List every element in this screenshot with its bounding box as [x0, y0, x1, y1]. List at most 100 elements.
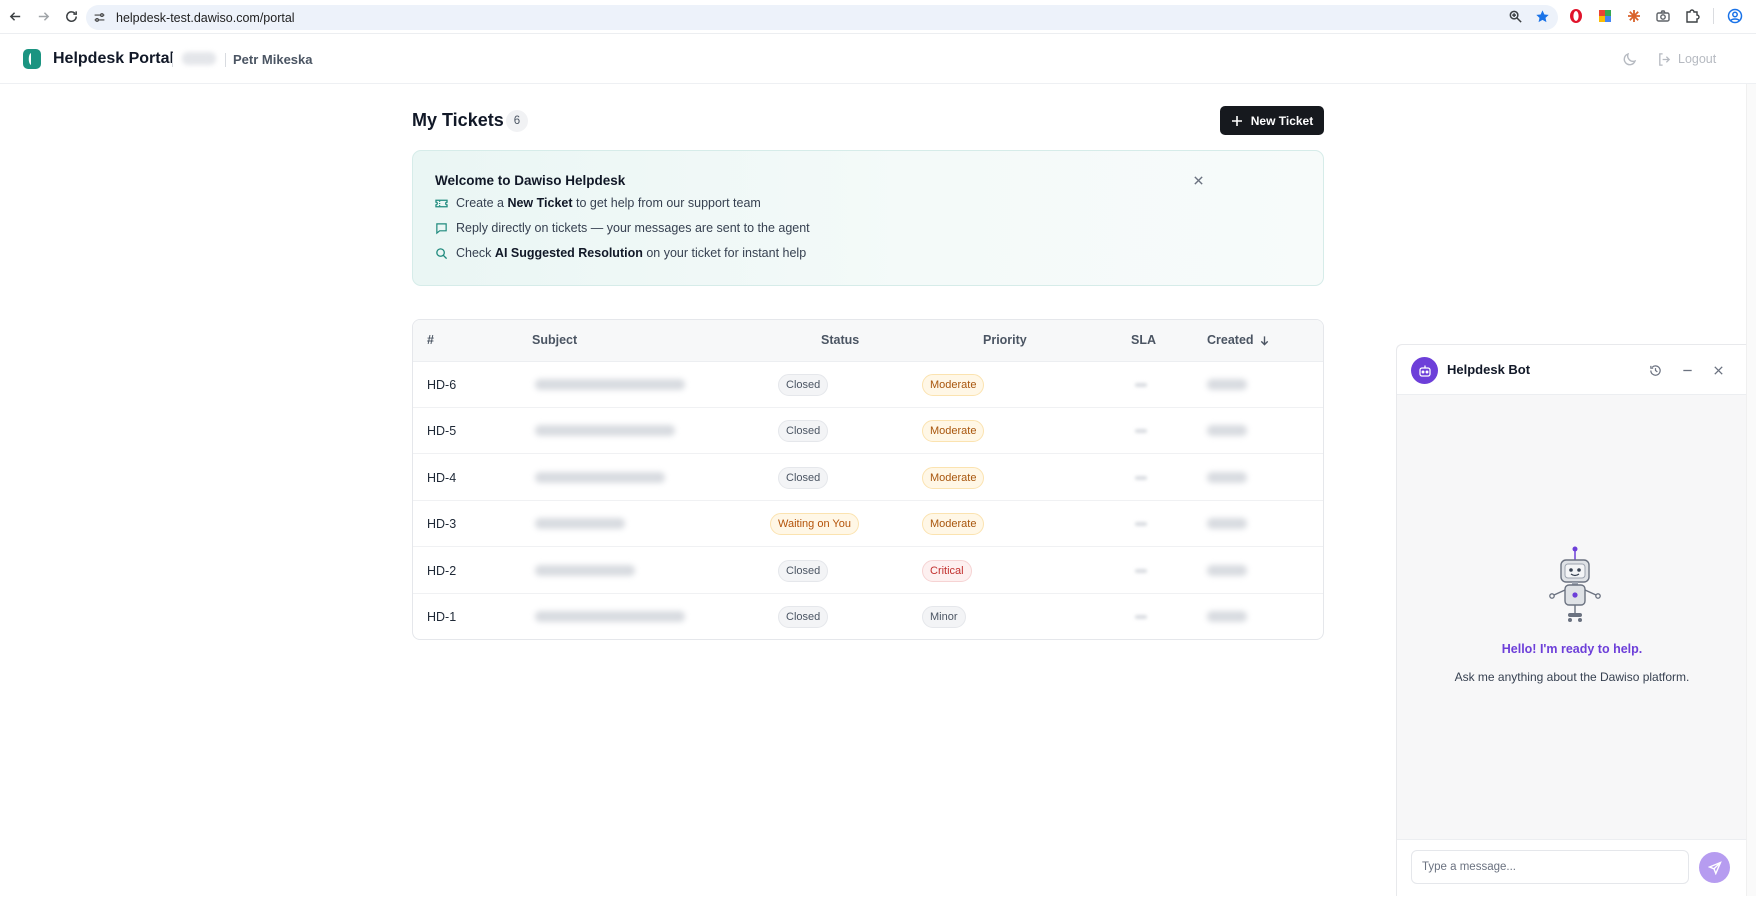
sheets-extension-icon[interactable]	[1597, 8, 1613, 24]
priority-badge: Moderate	[922, 466, 985, 489]
send-icon	[1707, 860, 1722, 875]
column-header-priority[interactable]: Priority	[983, 333, 1027, 347]
chat-greeting: Hello! I'm ready to help.	[1501, 642, 1643, 656]
tip-text: on your ticket for instant help	[646, 246, 807, 260]
status-badge: Closed	[778, 466, 829, 489]
opera-extension-icon[interactable]	[1568, 8, 1584, 24]
logout-button[interactable]: Logout	[1657, 48, 1716, 70]
ticket-sla	[1135, 429, 1147, 434]
brand-title[interactable]: Helpdesk Portal	[53, 50, 174, 68]
page-title: My Tickets	[412, 110, 504, 130]
header-divider	[172, 53, 173, 67]
chat-message-input[interactable]	[1411, 850, 1689, 884]
chat-title: Helpdesk Bot	[1447, 362, 1531, 377]
welcome-panel: Welcome to Dawiso Helpdesk Create a New …	[412, 150, 1324, 286]
chat-send-button[interactable]	[1699, 852, 1730, 883]
priority-badge: Moderate	[922, 420, 985, 443]
profile-icon[interactable]	[1727, 8, 1743, 24]
welcome-tip-new-ticket: Create a New Ticket to get help from our…	[435, 195, 761, 211]
priority-badge: Minor	[922, 606, 966, 628]
ticket-created-date	[1207, 518, 1247, 530]
ticket-id[interactable]: HD-3	[427, 517, 456, 531]
ticket-count-badge: 6	[506, 110, 528, 132]
ticket-id[interactable]: HD-5	[427, 424, 456, 438]
bookmark-star-icon[interactable]	[1535, 9, 1550, 24]
table-row[interactable]: HD-1 Closed Minor	[413, 594, 1323, 639]
table-row[interactable]: HD-5 Closed Moderate	[413, 408, 1323, 455]
ticket-id[interactable]: HD-4	[427, 471, 456, 485]
close-icon	[1193, 175, 1203, 185]
table-row[interactable]: HD-2 Closed Critical	[413, 548, 1323, 594]
priority-badge: Moderate	[922, 513, 985, 536]
arrow-right-icon	[38, 12, 49, 21]
column-header-created-label: Created	[1207, 333, 1254, 347]
status-badge: Closed	[778, 606, 829, 628]
bot-icon	[1418, 365, 1431, 377]
status-badge: Waiting on You	[770, 513, 859, 536]
url-text[interactable]: helpdesk-test.dawiso.com/portal	[116, 11, 295, 25]
ticket-id[interactable]: HD-2	[427, 564, 456, 578]
status-badge: Closed	[778, 374, 829, 396]
ticket-subject[interactable]	[535, 611, 685, 622]
ticket-sla	[1135, 383, 1147, 387]
ticket-sla	[1135, 522, 1147, 527]
zoom-icon[interactable]	[1508, 9, 1523, 24]
status-badge: Closed	[778, 420, 829, 443]
moon-icon[interactable]	[1622, 51, 1638, 67]
bot-avatar	[1411, 357, 1438, 384]
ticket-id[interactable]: HD-6	[427, 378, 456, 392]
ticket-icon	[435, 199, 448, 207]
tip-text: to get help from our support team	[576, 196, 761, 210]
column-header-subject[interactable]: Subject	[532, 333, 577, 347]
back-button[interactable]	[2, 4, 28, 30]
site-settings-icon[interactable]	[92, 11, 106, 25]
ticket-created-date	[1207, 425, 1247, 437]
ticket-subject[interactable]	[535, 564, 635, 576]
logout-icon	[1659, 52, 1671, 66]
ticket-created-date	[1207, 379, 1247, 390]
table-header: # Subject Status Priority SLA Created	[413, 320, 1323, 362]
logout-label: Logout	[1678, 52, 1717, 66]
sort-arrow-down-icon	[1260, 335, 1268, 346]
column-header-created[interactable]: Created	[1207, 333, 1270, 347]
column-header-status[interactable]: Status	[821, 333, 859, 347]
camera-extension-icon[interactable]	[1655, 8, 1671, 24]
ticket-id[interactable]: HD-1	[427, 610, 456, 624]
ticket-subject[interactable]	[535, 471, 665, 483]
tip-text: Reply directly on tickets — your message…	[456, 221, 810, 235]
tip-text: Create a	[456, 196, 504, 210]
puzzle-extensions-icon[interactable]	[1684, 8, 1700, 24]
chat-minimize-button[interactable]	[1679, 362, 1695, 378]
helpdesk-logo-icon[interactable]	[23, 49, 41, 69]
reload-button[interactable]	[58, 4, 84, 30]
new-ticket-button[interactable]: New Ticket	[1220, 106, 1324, 135]
table-row[interactable]: HD-3 Waiting on You Moderate	[413, 501, 1323, 548]
address-bar[interactable]: helpdesk-test.dawiso.com/portal	[86, 5, 1558, 30]
chat-history-button[interactable]	[1647, 362, 1663, 378]
chat-greeting-subtitle: Ask me anything about the Dawiso platfor…	[1454, 670, 1690, 684]
column-header-id[interactable]: #	[427, 333, 434, 347]
message-icon	[436, 222, 447, 234]
browser-toolbar: helpdesk-test.dawiso.com/portal	[0, 0, 1756, 34]
chat-close-button[interactable]	[1710, 362, 1726, 378]
arrow-left-icon	[9, 12, 20, 21]
table-row[interactable]: HD-6 Closed Moderate	[413, 362, 1323, 408]
reload-icon	[65, 11, 77, 22]
user-name: Petr Mikeska	[233, 52, 313, 67]
ticket-subject[interactable]	[535, 425, 675, 437]
table-row[interactable]: HD-4 Closed Moderate	[413, 455, 1323, 501]
minimize-icon	[1682, 369, 1692, 371]
column-header-sla[interactable]: SLA	[1131, 333, 1156, 347]
page-scrollbar[interactable]	[1746, 84, 1756, 896]
tip-text: Check	[456, 246, 492, 260]
welcome-title: Welcome to Dawiso Helpdesk	[435, 173, 626, 188]
priority-badge: Moderate	[922, 374, 985, 396]
ticket-subject[interactable]	[535, 518, 625, 530]
welcome-close-button[interactable]	[1189, 171, 1207, 189]
asterisk-extension-icon[interactable]	[1626, 8, 1642, 24]
tip-bold: AI Suggested Resolution	[494, 246, 643, 260]
priority-badge: Critical	[922, 559, 972, 582]
status-badge: Closed	[778, 559, 829, 582]
forward-button[interactable]	[30, 4, 56, 30]
ticket-subject[interactable]	[535, 379, 685, 390]
